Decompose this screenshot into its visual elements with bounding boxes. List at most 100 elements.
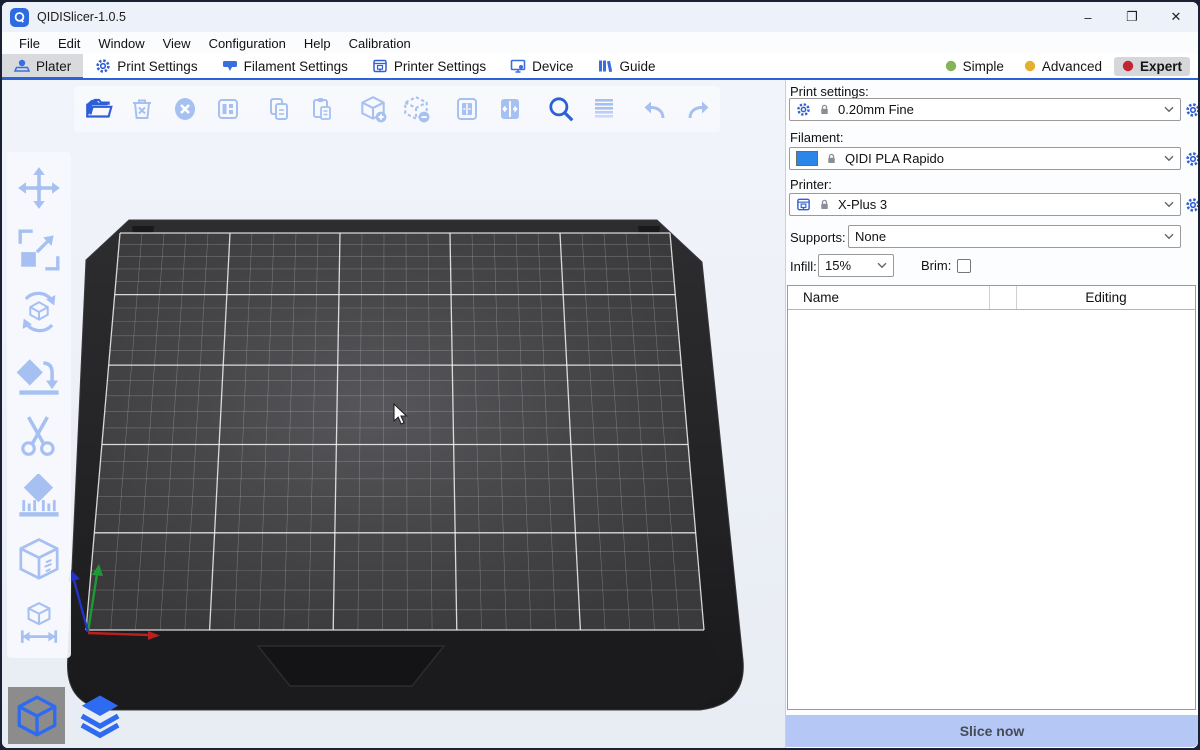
settings-panel: Print settings: 0.20mm Fine Filament: QI…: [785, 80, 1198, 748]
supports-label: Supports:: [790, 230, 846, 245]
redo-button[interactable]: [681, 92, 715, 126]
printer-icon: [796, 197, 811, 212]
window-title: QIDISlicer-1.0.5: [37, 10, 126, 24]
tab-label: Device: [532, 59, 573, 74]
simple-dot-icon: [945, 60, 957, 72]
measure-tool-button[interactable]: [13, 596, 65, 648]
tab-label: Plater: [36, 59, 71, 74]
edit-print-settings-button[interactable]: [1184, 101, 1200, 118]
menu-window[interactable]: Window: [89, 34, 153, 53]
print-settings-label: Print settings:: [790, 84, 869, 99]
variable-layer-height-button[interactable]: [587, 92, 621, 126]
view-3d-editor-button[interactable]: [8, 687, 65, 744]
view-preview-button[interactable]: [71, 687, 128, 744]
tab-plater[interactable]: Plater: [2, 54, 83, 78]
paste-button[interactable]: [305, 92, 339, 126]
menu-calibration[interactable]: Calibration: [340, 34, 420, 53]
infill-label: Infill:: [790, 259, 817, 274]
seam-painting-tool-button[interactable]: [13, 534, 65, 586]
close-button[interactable]: ✕: [1154, 2, 1198, 32]
print-profile-gear-icon: [796, 102, 811, 117]
slice-now-button[interactable]: Slice now: [786, 715, 1198, 747]
filament-combo[interactable]: QIDI PLA Rapido: [789, 147, 1181, 170]
remove-instance-button[interactable]: [399, 92, 433, 126]
object-list-header: Name Editing: [788, 286, 1195, 310]
search-button[interactable]: [544, 92, 578, 126]
chevron-down-icon: [1164, 201, 1174, 208]
filament-settings-icon: [222, 58, 238, 74]
mode-selector: Simple Advanced Expert: [937, 54, 1198, 78]
layers-preview-icon: [75, 691, 125, 741]
filament-value: QIDI PLA Rapido: [845, 151, 944, 166]
maximize-button[interactable]: ❐: [1110, 2, 1154, 32]
object-list[interactable]: Name Editing: [787, 285, 1196, 710]
rotate-tool-button[interactable]: [13, 286, 65, 338]
minimize-button[interactable]: –: [1066, 2, 1110, 32]
tab-filament-settings[interactable]: Filament Settings: [210, 54, 360, 78]
copy-button[interactable]: [262, 92, 296, 126]
filament-color-swatch: [796, 151, 818, 166]
tab-printer-settings[interactable]: Printer Settings: [360, 54, 498, 78]
tab-label: Printer Settings: [394, 59, 486, 74]
infill-value: 15%: [825, 258, 851, 273]
delete-button[interactable]: [125, 92, 159, 126]
menu-configuration[interactable]: Configuration: [200, 34, 295, 53]
mode-simple[interactable]: Simple: [937, 57, 1012, 76]
tab-guide[interactable]: Guide: [585, 54, 667, 78]
gear-icon: [1185, 102, 1200, 118]
viewport-3d[interactable]: [2, 80, 785, 748]
mode-expert[interactable]: Expert: [1114, 57, 1190, 76]
paint-supports-tool-button[interactable]: [13, 472, 65, 524]
gear-icon: [1185, 197, 1200, 213]
edit-filament-button[interactable]: [1184, 150, 1200, 167]
undo-button[interactable]: [638, 92, 672, 126]
tab-label: Print Settings: [117, 59, 197, 74]
menu-file[interactable]: File: [10, 34, 49, 53]
print-settings-value: 0.20mm Fine: [838, 102, 914, 117]
delete-all-button[interactable]: [168, 92, 202, 126]
open-file-button[interactable]: [82, 92, 116, 126]
place-on-face-tool-button[interactable]: [13, 348, 65, 400]
chevron-down-icon: [877, 262, 887, 269]
menu-help[interactable]: Help: [295, 34, 340, 53]
infill-combo[interactable]: 15%: [818, 254, 894, 277]
print-settings-combo[interactable]: 0.20mm Fine: [789, 98, 1181, 121]
gear-icon: [1185, 151, 1200, 167]
view-mode-switch: [8, 687, 128, 744]
add-instance-button[interactable]: [356, 92, 390, 126]
tab-label: Filament Settings: [244, 59, 348, 74]
lock-icon: [818, 103, 831, 116]
mode-label: Simple: [963, 59, 1004, 74]
tab-label: Guide: [619, 59, 655, 74]
split-parts-button[interactable]: [493, 92, 527, 126]
device-icon: [510, 58, 526, 74]
printer-settings-icon: [372, 58, 388, 74]
plate-front-notch: [258, 646, 444, 686]
plater-icon: [14, 58, 30, 74]
arrange-button[interactable]: [211, 92, 245, 126]
edit-printer-button[interactable]: [1184, 196, 1200, 213]
cut-tool-button[interactable]: [13, 410, 65, 462]
brim-label: Brim:: [921, 258, 951, 273]
advanced-dot-icon: [1024, 60, 1036, 72]
cube-3d-icon: [14, 693, 60, 739]
slice-now-label: Slice now: [960, 723, 1025, 739]
split-objects-button[interactable]: [450, 92, 484, 126]
tab-device[interactable]: Device: [498, 54, 585, 78]
brim-checkbox[interactable]: [957, 259, 971, 273]
app-window: QIDISlicer-1.0.5 – ❐ ✕ File Edit Window …: [0, 0, 1200, 750]
tab-print-settings[interactable]: Print Settings: [83, 54, 209, 78]
main-tab-bar: Plater Print Settings Filament Settings …: [2, 54, 1198, 80]
lock-icon: [818, 198, 831, 211]
expert-dot-icon: [1122, 60, 1134, 72]
brim-option: Brim:: [921, 258, 971, 273]
menu-view[interactable]: View: [154, 34, 200, 53]
scale-tool-button[interactable]: [13, 224, 65, 276]
supports-combo[interactable]: None: [848, 225, 1181, 248]
column-name: Name: [788, 290, 989, 305]
move-tool-button[interactable]: [13, 162, 65, 214]
mode-advanced[interactable]: Advanced: [1016, 57, 1110, 76]
printer-combo[interactable]: X-Plus 3: [789, 193, 1181, 216]
app-logo-icon: [10, 8, 29, 27]
menu-edit[interactable]: Edit: [49, 34, 89, 53]
